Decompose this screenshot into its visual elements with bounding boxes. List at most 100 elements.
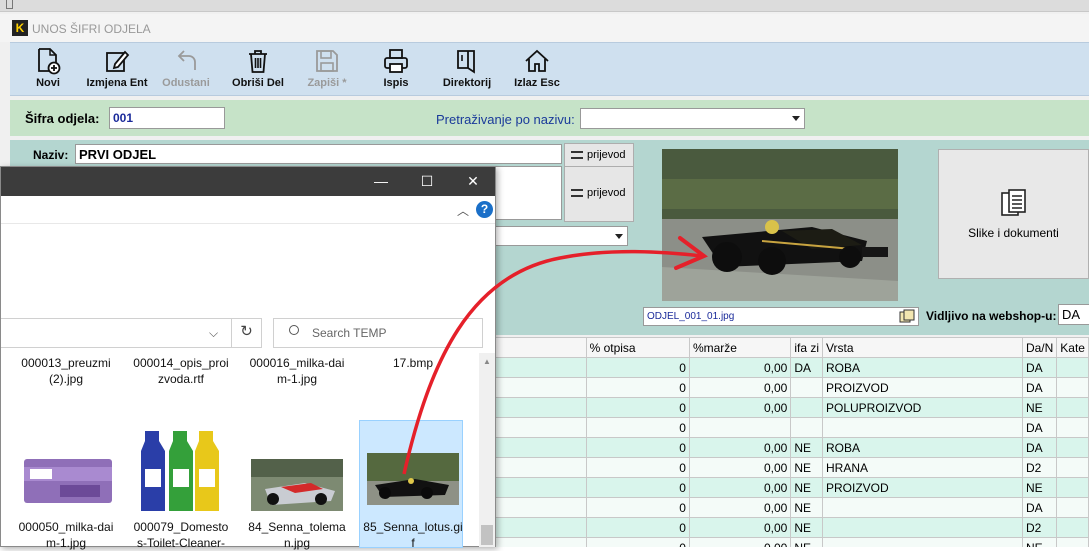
search-by-name-select[interactable] [580,108,805,129]
file-name: 000014_opis_proizvoda.rtf [133,356,229,386]
documents-icon [1000,189,1026,216]
table-cell: DA [1021,377,1058,398]
scroll-up-icon[interactable]: ▲ [483,357,491,366]
table-cell: 0,00 [688,517,792,538]
table-cell: 0,00 [688,457,792,478]
translate-button-1[interactable]: prijevod [564,143,634,167]
grid-header-kategorija[interactable]: Kate [1056,337,1089,358]
name-input[interactable]: PRVI ODJEL [75,144,562,164]
webshop-input[interactable]: DA [1058,304,1089,325]
webshop-label: Vidljivo na webshop-u: [926,309,1057,323]
grid-header-dane[interactable]: Da/N [1021,337,1058,358]
chevron-down-icon[interactable]: ⌵ [209,326,218,341]
directory-button[interactable]: Direktorij [438,47,496,95]
table-row[interactable]: 0 0,00 PROIZVOD DA [493,377,1089,398]
grid-header-vrsta[interactable]: Vrsta [822,337,1023,358]
file-item[interactable]: 000016_milka-daim-1.jpg [247,355,347,387]
table-row[interactable]: 0 0,00 NE PROIZVOD NE [493,477,1089,498]
edit-button[interactable]: Izmjena Ent [82,47,152,95]
directory-icon [457,50,475,74]
file-name: 000016_milka-daim-1.jpg [249,356,345,386]
grid-header-sifra[interactable]: ifa zi [790,337,823,358]
table-cell [493,417,587,438]
table-cell: 0 [585,397,690,418]
help-icon[interactable]: ? [476,201,493,218]
file-thumbnail [251,459,343,511]
outer-title-strip [0,0,1089,12]
undo-icon [177,50,196,70]
code-input[interactable]: 001 [109,107,225,129]
table-cell [822,537,1023,547]
table-cell: ROBA [822,357,1023,378]
file-item[interactable]: 000014_opis_proizvoda.rtf [131,355,231,387]
file-item-selected[interactable]: 85_Senna_lotus.gif [363,425,463,551]
table-row[interactable]: 0 0,00 NE ROBA DA [493,437,1089,458]
table-cell [493,437,587,458]
table-cell [790,377,823,398]
table-cell: 0 [585,417,690,438]
file-name: 84_Senna_toleman.jpg [248,520,346,550]
grid-header-otpis[interactable]: % otpisa [585,337,690,358]
code-label: Šifra odjela: [25,111,100,126]
table-cell [1056,497,1089,518]
table-row[interactable]: 0 0,00 POLUPROIZVOD NE [493,397,1089,418]
table-row[interactable]: 0 DA [493,417,1089,438]
address-bar[interactable]: ⌵ [1,318,262,348]
search-input[interactable]: Search TEMP [273,318,483,348]
table-row[interactable]: 0 0,00 NE D2 [493,517,1089,538]
table-cell [1056,517,1089,538]
table-cell: NE [790,477,823,498]
images-documents-label: Slike i dokumenti [968,226,1059,240]
table-cell [822,517,1023,538]
group-select[interactable] [490,226,628,246]
copy-file-icon[interactable] [899,309,915,323]
cancel-label: Odustani [162,77,210,89]
chevron-up-icon[interactable]: ︿ [457,202,469,219]
table-cell: PROIZVOD [822,477,1023,498]
file-item[interactable]: 84_Senna_toleman.jpg [247,425,347,551]
refresh-icon[interactable]: ↻ [231,318,261,348]
minimize-button[interactable]: — [358,167,404,196]
image-file-input[interactable]: ODJEL_001_01.jpg [643,307,919,326]
table-row[interactable]: 00,00NENE [493,537,1089,547]
file-name: 000050_milka-daim-1.jpg [18,520,114,550]
list-icon [571,189,583,197]
save-button[interactable]: Zapiši * [302,47,352,95]
scrollbar-thumb[interactable] [481,525,493,545]
grid-body: 0 0,00 DA ROBA DA 0 0,00 PROIZVOD DA 0 0,00 POLUPRO… [493,357,1089,547]
grid-header-marza[interactable]: %marže [688,337,792,358]
table-cell: NE [790,517,823,538]
chevron-down-icon [615,234,623,239]
exit-button[interactable]: Izlaz Esc [510,47,564,95]
table-cell: NE [1021,477,1058,498]
translate-button-2[interactable]: prijevod [564,166,634,222]
images-documents-button[interactable]: Slike i dokumenti [938,149,1089,279]
table-row[interactable]: 0 0,00 NE DA [493,497,1089,518]
print-button[interactable]: Ispis [380,47,412,95]
app-logo-icon: K [12,20,28,36]
table-cell [822,417,1023,438]
table-row[interactable]: 0 0,00 DA ROBA DA [493,357,1089,378]
table-cell [493,457,587,478]
table-cell [822,497,1023,518]
print-label: Ispis [383,77,409,89]
cancel-button[interactable]: Odustani [158,47,214,95]
vertical-scrollbar[interactable]: ▲ [479,353,495,547]
new-button[interactable]: Novi [30,47,66,95]
file-item[interactable]: 000013_preuzmi (2).jpg [16,355,116,387]
file-item[interactable]: 17.bmp [363,355,463,371]
table-row[interactable]: 0 0,00 NE HRANA D2 [493,457,1089,478]
delete-button[interactable]: Obriši Del [226,47,290,95]
table-cell: ROBA [822,437,1023,458]
table-cell [1056,537,1089,547]
table-cell: PROIZVOD [822,377,1023,398]
table-cell [493,477,587,498]
table-cell: POLUPROIZVOD [822,397,1023,418]
maximize-button[interactable]: ☐ [404,167,450,196]
file-item[interactable]: 000050_milka-daim-1.jpg [16,425,116,551]
file-thumbnail [24,459,112,503]
printer-icon [384,49,408,73]
file-item[interactable]: 000079_Domestos-Toilet-Cleaner- [131,425,231,551]
close-button[interactable]: ✕ [450,167,496,196]
file-name: 85_Senna_lotus.gif [363,520,463,550]
